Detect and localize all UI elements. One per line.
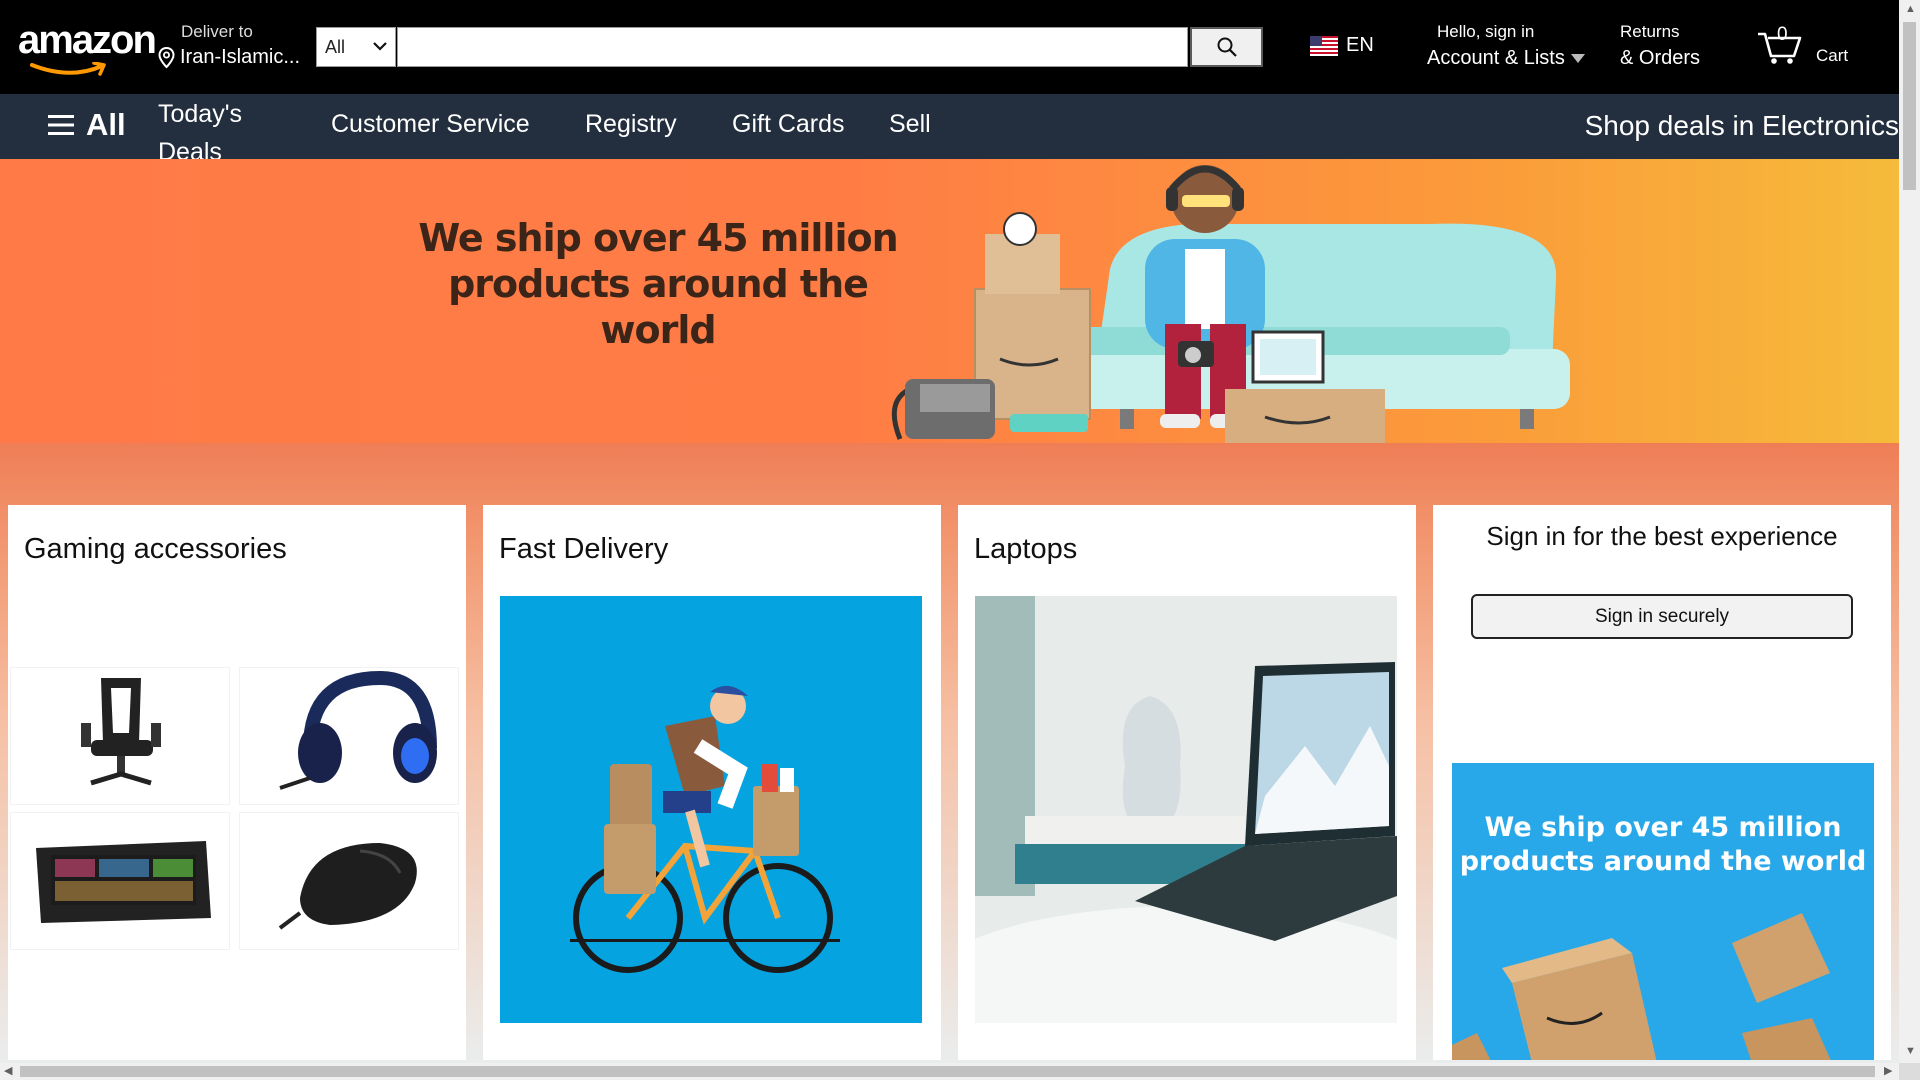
hero-illustration — [891, 165, 1570, 443]
deliver-location: Iran-Islamic... — [180, 46, 301, 68]
returns-label: Returns — [1620, 22, 1680, 41]
card-sign-in: Sign in for the best experience Sign in … — [1433, 505, 1891, 1060]
deliver-label: Deliver to — [181, 22, 253, 41]
card-fast-delivery: Fast Delivery — [483, 505, 941, 1060]
account-lists-menu[interactable]: Hello, sign in Account & Lists — [1427, 22, 1585, 70]
caret-down-icon — [1570, 54, 1585, 63]
scrollbar-corner — [1899, 1063, 1920, 1080]
nav-item-customer-service[interactable]: Customer Service — [331, 110, 530, 139]
scroll-left-arrow-icon[interactable]: ◀ — [4, 1066, 12, 1077]
card-title: Laptops — [974, 533, 1078, 565]
returns-orders-link[interactable]: Returns & Orders — [1620, 22, 1700, 70]
all-menu-label: All — [86, 107, 126, 142]
hero-banner[interactable]: We ship over 45 million products around … — [0, 159, 1899, 443]
scroll-up-arrow-icon[interactable]: ▲ — [1905, 4, 1916, 15]
cart-label: Cart — [1816, 46, 1849, 65]
logo-wordmark: amazon — [18, 18, 157, 62]
shipping-promo-tile[interactable]: We ship over 45 million products around … — [1452, 763, 1874, 1060]
vertical-scrollbar[interactable]: ▲ ▼ — [1899, 0, 1920, 1063]
nav-item-gift-cards[interactable]: Gift Cards — [732, 110, 845, 139]
top-header: amazon Deliver to Iran-Islamic... All EN… — [0, 0, 1899, 94]
location-pin-icon — [158, 47, 175, 69]
language-code: EN — [1346, 34, 1374, 56]
nav-item-registry[interactable]: Registry — [585, 110, 677, 139]
card-gaming-accessories: Gaming accessories — [8, 505, 466, 1060]
gaming-keyboard-image — [36, 841, 211, 923]
sign-in-securely-button[interactable]: Sign in securely — [1471, 594, 1853, 639]
scroll-down-arrow-icon[interactable]: ▼ — [1905, 1046, 1916, 1057]
scroll-right-arrow-icon[interactable]: ▶ — [1884, 1066, 1892, 1077]
card-laptops: Laptops — [958, 505, 1416, 1060]
horizontal-scroll-thumb[interactable] — [20, 1066, 1875, 1077]
gaming-mouse-tile[interactable] — [239, 812, 459, 950]
flying-boxes-illustration — [1452, 913, 1831, 1060]
all-menu-button[interactable]: All — [48, 107, 126, 143]
horizontal-scrollbar[interactable]: ◀ ▶ — [0, 1063, 1899, 1080]
card-title: Fast Delivery — [499, 533, 669, 565]
orders-label: & Orders — [1620, 47, 1701, 69]
gaming-headset-image — [279, 670, 437, 790]
vertical-scroll-thumb[interactable] — [1903, 22, 1916, 190]
us-flag-icon — [1310, 35, 1338, 56]
search-bar: All — [316, 27, 1263, 67]
gaming-headset-tile[interactable] — [239, 667, 459, 805]
cart-link[interactable]: 0 Cart — [1756, 24, 1866, 68]
gaming-mouse-image — [278, 843, 417, 930]
laptops-image[interactable] — [975, 596, 1397, 1023]
gaming-chair-tile[interactable] — [10, 667, 230, 805]
delivery-cyclist-illustration — [570, 685, 840, 973]
hamburger-icon — [48, 115, 74, 135]
search-category-select[interactable]: All — [316, 27, 396, 67]
laptop-scene-illustration — [975, 596, 1397, 1023]
chevron-down-icon — [373, 42, 387, 51]
nav-bar: All Today's Deals Customer Service Regis… — [0, 94, 1899, 166]
fast-delivery-image[interactable] — [500, 596, 922, 1023]
account-label: Account & Lists — [1427, 47, 1565, 69]
hero-headline: We ship over 45 million products around … — [418, 216, 898, 352]
card-title: Gaming accessories — [24, 533, 287, 565]
account-greeting: Hello, sign in — [1437, 22, 1535, 41]
search-icon — [1217, 37, 1237, 57]
nav-promo-electronics[interactable]: Shop deals in Electronics — [1585, 110, 1899, 142]
language-selector[interactable]: EN — [1310, 34, 1374, 57]
search-button[interactable] — [1190, 27, 1263, 67]
nav-item-sell[interactable]: Sell — [889, 110, 931, 139]
sign-in-heading: Sign in for the best experience — [1486, 521, 1838, 551]
cart-count: 0 — [1777, 24, 1788, 45]
search-input[interactable] — [397, 27, 1188, 67]
search-category-value: All — [325, 37, 346, 57]
gaming-chair-image — [81, 678, 161, 786]
amazon-logo[interactable]: amazon — [18, 18, 157, 76]
gaming-keyboard-tile[interactable] — [10, 812, 230, 950]
smile-arrow-icon — [30, 62, 106, 76]
